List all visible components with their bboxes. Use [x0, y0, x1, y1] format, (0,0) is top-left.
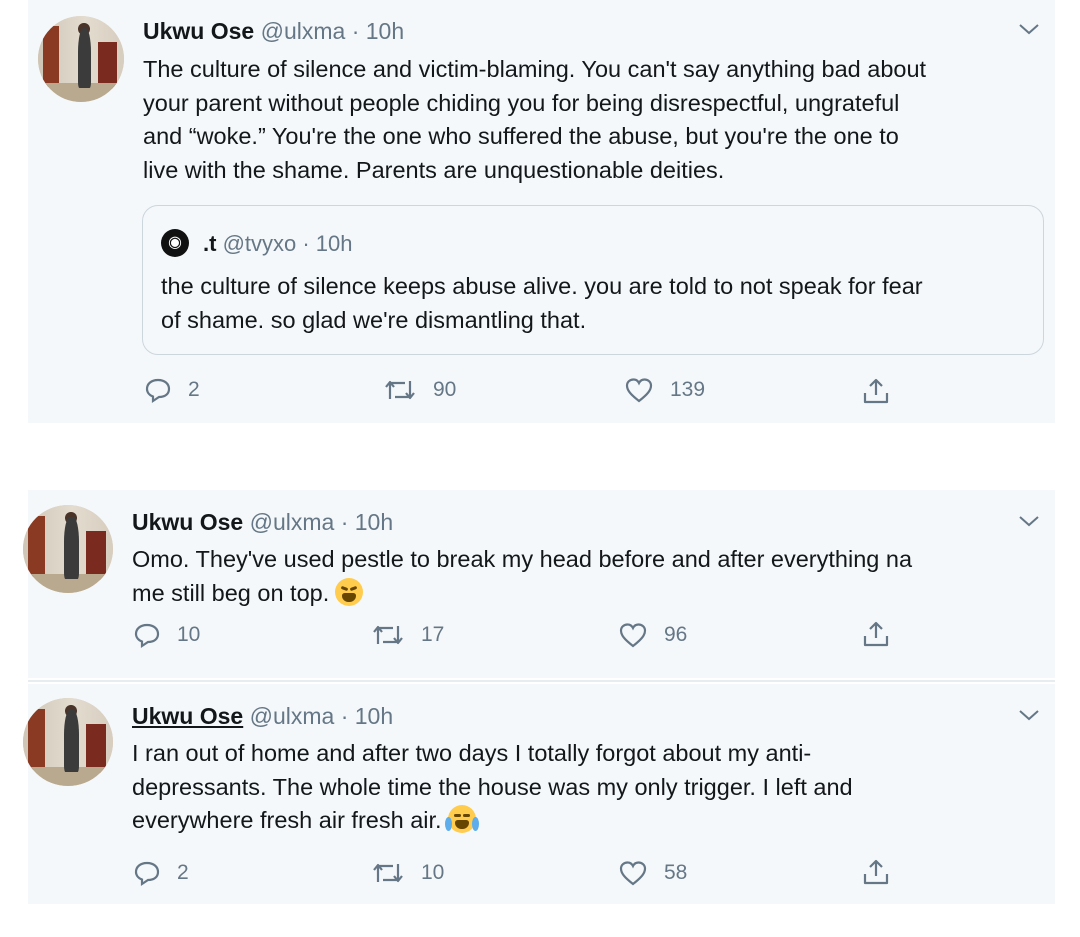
- quoted-tweet-header: .t @tvyxo · 10h: [203, 231, 353, 257]
- reply-button[interactable]: 10: [133, 621, 200, 649]
- weary-face-emoji: [335, 577, 364, 606]
- retweet-button[interactable]: 90: [383, 376, 456, 404]
- retweet-button[interactable]: 10: [371, 859, 444, 887]
- tweet-text-line-part: me still beg on top.: [132, 579, 330, 606]
- like-count: 58: [664, 861, 688, 884]
- divider: [28, 680, 1055, 682]
- tweet-card[interactable]: Ukwu Ose @ulxma · 10h Omo. They've used …: [23, 490, 1055, 678]
- tweet-card[interactable]: Ukwu Ose @ulxma · 10h I ran out of home …: [23, 684, 1055, 904]
- reply-count: 10: [177, 623, 201, 646]
- tweet-card[interactable]: Ukwu Ose @ulxma · 10h The culture of sil…: [28, 0, 1055, 423]
- reply-count: 2: [177, 861, 189, 884]
- like-count: 139: [670, 378, 706, 401]
- share-icon: [863, 621, 889, 647]
- tweet-text: The culture of silence and victim-blamin…: [143, 53, 926, 187]
- tweet-text: Omo. They've used pestle to break my hea…: [132, 543, 912, 610]
- heart-icon: [619, 623, 647, 648]
- reply-button[interactable]: 2: [133, 859, 189, 887]
- share-button[interactable]: [861, 376, 891, 406]
- retweet-count: 10: [421, 861, 445, 884]
- tweet-text-line: your parent without people chiding you f…: [143, 89, 900, 116]
- quoted-text-line: of shame. so glad we're dismantling that…: [161, 307, 587, 333]
- author-handle-time[interactable]: @ulxma · 10h: [250, 509, 394, 535]
- tweet-text-line: depressants. The whole time the house wa…: [132, 773, 853, 800]
- like-count: 96: [664, 623, 688, 646]
- retweet-count: 17: [421, 623, 445, 646]
- author-handle-time[interactable]: @ulxma · 10h: [261, 18, 405, 44]
- author-name[interactable]: Ukwu Ose: [132, 703, 243, 729]
- tweet-text-line: I ran out of home and after two days I t…: [132, 740, 812, 766]
- quoted-author-handle-time[interactable]: @tvyxo · 10h: [223, 231, 353, 256]
- tweet-header: Ukwu Ose @ulxma · 10h: [143, 18, 404, 45]
- reply-count: 2: [188, 378, 200, 401]
- quoted-tweet[interactable]: ◉ .t @tvyxo · 10h the culture of silence…: [142, 205, 1044, 355]
- tweet-text-line: The culture of silence and victim-blamin…: [143, 56, 927, 82]
- like-button[interactable]: 139: [624, 376, 705, 404]
- tweet-text-line-part: everywhere fresh air fresh air.: [132, 807, 442, 833]
- avatar[interactable]: [38, 16, 124, 102]
- tears-of-joy-emoji: [444, 805, 479, 833]
- quoted-author-name[interactable]: .t: [203, 231, 216, 256]
- author-name[interactable]: Ukwu Ose: [132, 509, 243, 535]
- quoted-tweet-text: the culture of silence keeps abuse alive…: [161, 269, 923, 337]
- author-handle-time[interactable]: @ulxma · 10h: [250, 703, 394, 729]
- tweet-text-line: live with the shame. Parents are unquest…: [143, 156, 725, 183]
- heart-icon: [625, 378, 653, 403]
- share-button[interactable]: [861, 857, 891, 887]
- tweet-header: Ukwu Ose @ulxma · 10h: [132, 509, 393, 536]
- tweet-text-line: Omo. They've used pestle to break my hea…: [132, 546, 913, 572]
- circle-avatar-icon: ◉: [161, 229, 189, 257]
- chevron-down-icon[interactable]: [1018, 22, 1040, 41]
- retweet-icon: [373, 625, 403, 645]
- chevron-down-icon[interactable]: [1018, 514, 1040, 533]
- chevron-down-icon[interactable]: [1018, 708, 1040, 727]
- avatar[interactable]: [23, 505, 113, 593]
- like-button[interactable]: 58: [618, 859, 687, 887]
- tweet-text-line: and “woke.” You're the one who suffered …: [143, 123, 899, 149]
- retweet-icon: [373, 863, 403, 883]
- tweet-header: Ukwu Ose @ulxma · 10h: [132, 703, 393, 730]
- quoted-text-line: the culture of silence keeps abuse alive…: [161, 273, 923, 299]
- tweet-text-line: me still beg on top.: [132, 577, 912, 611]
- tweet-text: I ran out of home and after two days I t…: [132, 737, 853, 838]
- heart-icon: [619, 861, 647, 886]
- author-name[interactable]: Ukwu Ose: [143, 18, 254, 44]
- share-icon: [863, 859, 889, 885]
- reply-icon: [145, 378, 171, 404]
- reply-icon: [134, 861, 160, 887]
- tweet-text-line: everywhere fresh air fresh air.: [132, 804, 853, 838]
- reply-button[interactable]: 2: [144, 376, 200, 404]
- share-icon: [863, 378, 889, 404]
- retweet-button[interactable]: 17: [371, 621, 444, 649]
- share-button[interactable]: [861, 619, 891, 649]
- retweet-count: 90: [433, 378, 457, 401]
- like-button[interactable]: 96: [618, 621, 687, 649]
- retweet-icon: [385, 380, 415, 400]
- reply-icon: [134, 623, 160, 649]
- avatar[interactable]: [23, 698, 113, 786]
